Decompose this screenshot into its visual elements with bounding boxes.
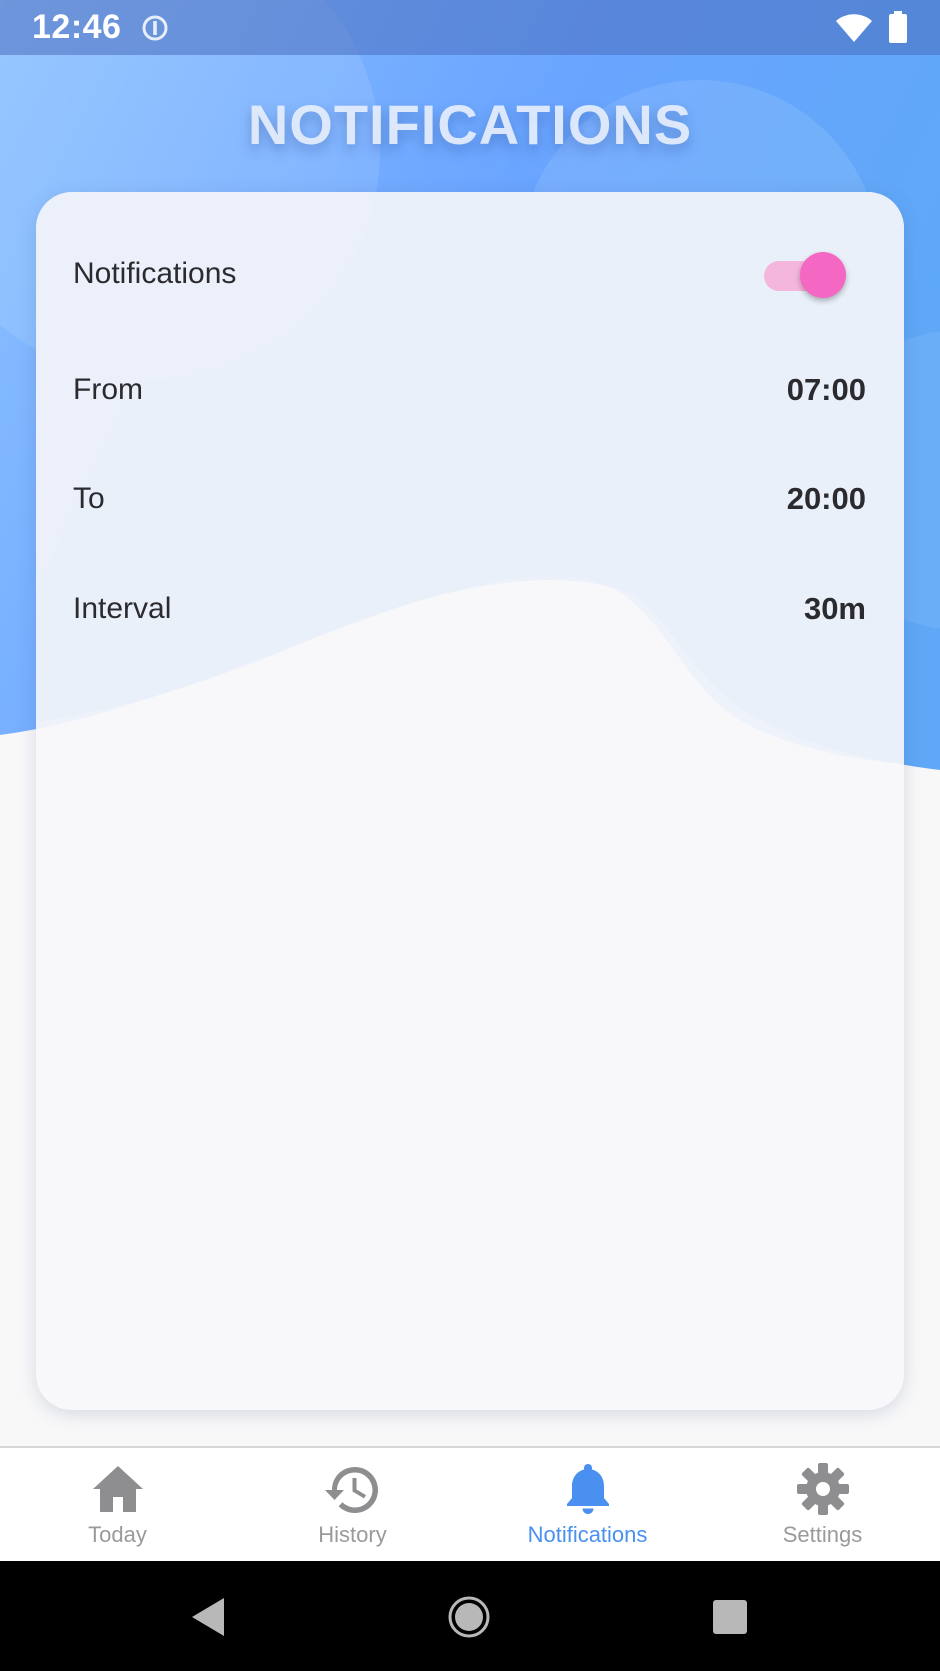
nav-item-history[interactable]: History (235, 1448, 470, 1561)
nav-label-settings: Settings (782, 1522, 863, 1547)
nav-label-today: Today (88, 1522, 147, 1547)
from-time-row[interactable]: From 07:00 (73, 365, 866, 415)
bell-icon (566, 1464, 609, 1514)
gear-icon (796, 1463, 849, 1515)
notifications-label: Notifications (73, 257, 237, 290)
home-button-icon[interactable] (447, 1595, 491, 1639)
interval-label: Interval (73, 592, 172, 625)
to-time-row[interactable]: To 20:00 (73, 474, 866, 524)
nav-label-notifications: Notifications (527, 1522, 648, 1547)
home-icon (92, 1466, 143, 1512)
wifi-icon (836, 14, 872, 42)
notifications-toggle-row[interactable]: Notifications (73, 244, 866, 304)
nav-label-history: History (318, 1522, 387, 1547)
to-time-value[interactable]: 20:00 (787, 481, 866, 517)
nav-item-notifications[interactable]: Notifications (470, 1448, 705, 1561)
alert-circle-icon (142, 15, 168, 41)
notifications-toggle[interactable] (764, 250, 846, 298)
nav-item-today[interactable]: Today (0, 1448, 235, 1561)
from-time-value[interactable]: 07:00 (787, 372, 866, 408)
system-navigation-bar (0, 1561, 940, 1671)
battery-icon (889, 11, 907, 43)
page-title: NOTIFICATIONS (247, 93, 693, 156)
interval-value[interactable]: 30m (804, 591, 866, 627)
to-label: To (73, 482, 105, 515)
interval-row[interactable]: Interval 30m (73, 584, 866, 634)
from-label: From (73, 373, 143, 406)
toggle-thumb (800, 252, 846, 298)
bottom-navigation: Today History Notifications Settings (0, 1446, 940, 1561)
status-time: 12:46 (32, 8, 122, 46)
nav-item-settings[interactable]: Settings (705, 1448, 940, 1561)
recent-apps-icon[interactable] (712, 1599, 748, 1635)
status-bar: 12:46 (0, 0, 940, 55)
back-icon[interactable] (188, 1595, 228, 1639)
notification-settings-card: Notifications From 07:00 To 20:00 Interv… (36, 192, 904, 1410)
history-icon (324, 1467, 378, 1513)
